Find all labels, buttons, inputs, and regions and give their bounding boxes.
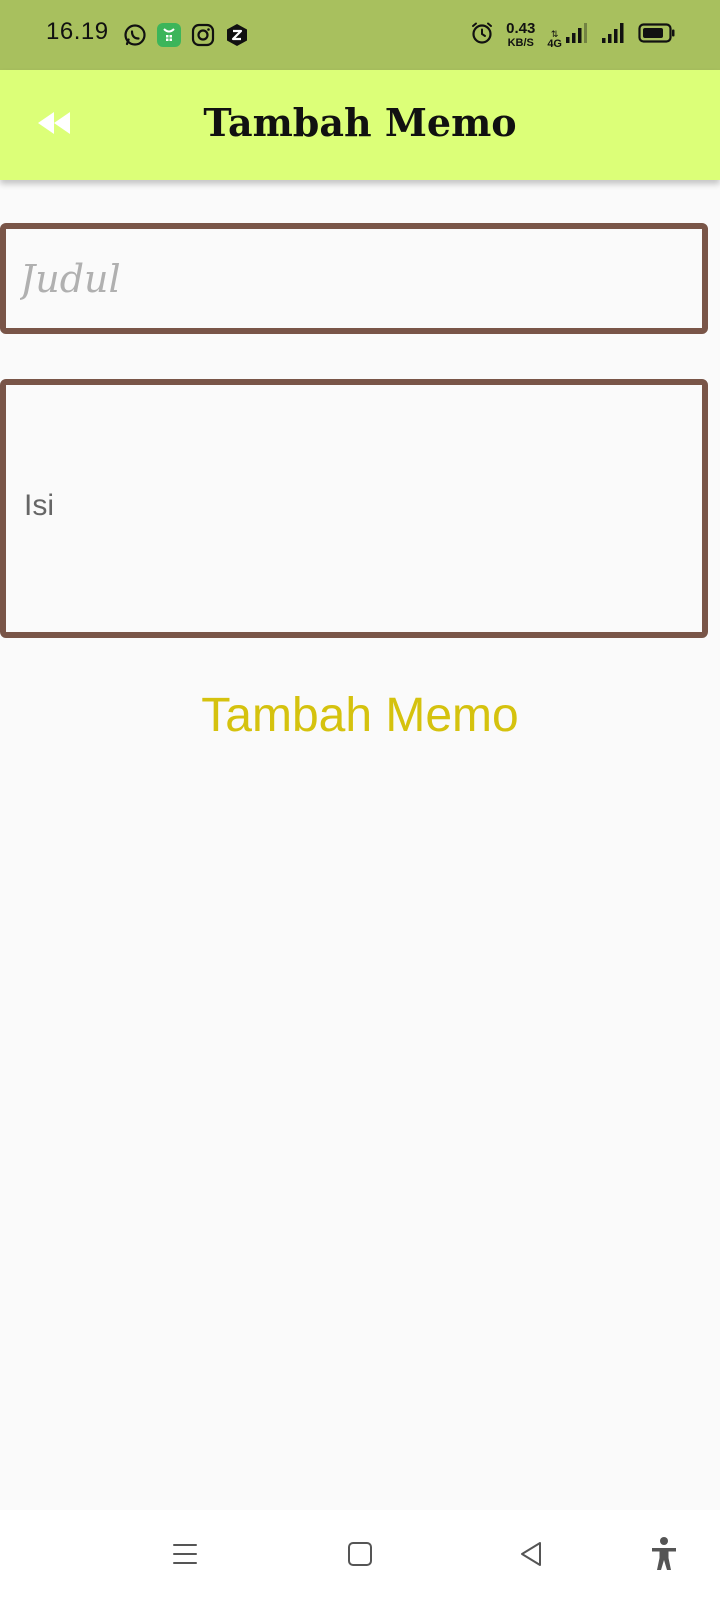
- add-memo-button[interactable]: Tambah Memo: [0, 683, 720, 747]
- nav-menu-button[interactable]: [163, 1534, 207, 1578]
- network-type-label: 4G: [547, 37, 562, 50]
- status-time: 16.19: [46, 18, 109, 45]
- menu-icon: [171, 1540, 199, 1573]
- network-speed-unit: KB/S: [507, 37, 534, 49]
- network-speed: 0.43 KB/S: [506, 21, 535, 49]
- network-speed-value: 0.43: [506, 20, 536, 37]
- signal-icon: [600, 21, 626, 50]
- app-bar: Tambah Memo: [0, 70, 720, 180]
- home-icon: [346, 1540, 374, 1573]
- signal-4g-group: ⇅ 4G: [547, 21, 588, 50]
- body-input[interactable]: [6, 385, 702, 632]
- status-right-group: 0.43 KB/S ⇅ 4G: [470, 18, 676, 52]
- instagram-icon: [190, 22, 216, 48]
- title-field-container: [0, 223, 708, 334]
- battery-icon: [638, 22, 676, 49]
- nav-back-button[interactable]: [510, 1534, 554, 1578]
- page-title: Tambah Memo: [203, 100, 517, 145]
- nav-home-button[interactable]: [338, 1534, 382, 1578]
- nav-accessibility-button[interactable]: [642, 1534, 686, 1578]
- alarm-icon: [470, 21, 494, 50]
- back-icon: [518, 1540, 546, 1573]
- z-app-icon: [224, 22, 250, 48]
- signal-icon: [564, 21, 588, 50]
- system-nav-bar: [0, 1510, 720, 1600]
- accessibility-icon: [649, 1536, 679, 1577]
- status-bar: 16.19 0.43 KB/S ⇅ 4G: [0, 0, 720, 70]
- store-icon: [156, 22, 182, 48]
- body-field-container: [0, 379, 708, 638]
- title-input[interactable]: [6, 229, 702, 328]
- whatsapp-icon: [122, 22, 148, 48]
